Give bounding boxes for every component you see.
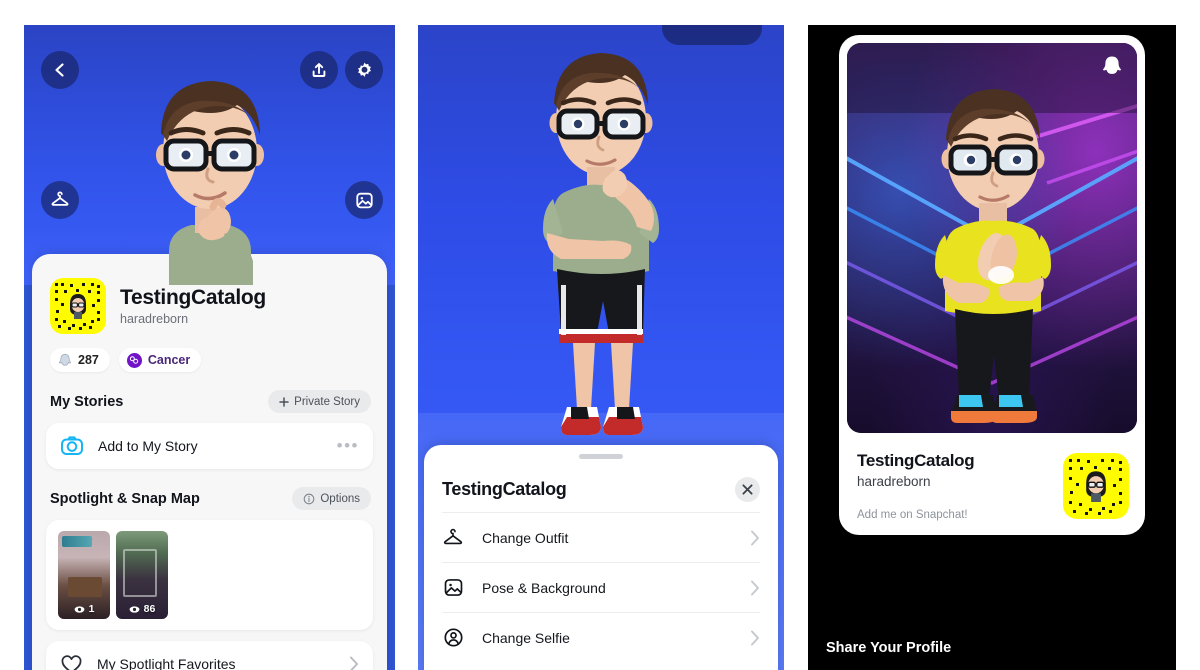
card-info: TestingCatalog haradreborn Add me on Sna…	[839, 439, 1145, 535]
profile-share-card[interactable]: TestingCatalog haradreborn Add me on Sna…	[839, 35, 1145, 535]
snapscore-badge[interactable]: 287	[50, 348, 110, 372]
spotlight-thumbnails: 1 86	[46, 520, 373, 630]
spotlight-thumb-2[interactable]: 86	[116, 531, 168, 619]
share-your-profile-label: Share Your Profile	[826, 640, 952, 656]
view-count-value: 1	[88, 603, 95, 615]
add-to-story-label: Add to My Story	[98, 438, 198, 454]
plus-icon	[279, 396, 289, 407]
zodiac-badge[interactable]: Cancer	[118, 348, 202, 372]
chevron-right-icon	[751, 530, 759, 545]
bitmoji-avatar-bust	[125, 55, 295, 285]
snapcode-avatar-icon	[70, 294, 86, 319]
spotlight-options-button[interactable]: Options	[292, 487, 371, 510]
spotlight-favorites-card: My Spotlight Favorites	[46, 641, 373, 670]
heart-icon	[61, 654, 82, 670]
sheet-header: TestingCatalog	[442, 477, 760, 502]
sheet-grabber[interactable]	[579, 454, 623, 459]
menu-item-pose-background[interactable]: Pose & Background	[442, 562, 760, 612]
back-button[interactable]	[41, 51, 79, 89]
avatar-photo	[847, 43, 1137, 433]
eye-icon	[129, 605, 140, 613]
camera-circle-icon	[61, 436, 83, 455]
avatar-options-sheet: TestingCatalog Change Outfit Pose & Back…	[424, 445, 778, 670]
panel-avatar-full: TestingCatalog Change Outfit Pose & Back…	[418, 25, 784, 670]
snapcode-thumbnail[interactable]	[50, 278, 106, 334]
add-to-story-card: Add to My Story •••	[46, 423, 373, 469]
eye-icon	[74, 605, 84, 613]
snapcode-large[interactable]	[1063, 453, 1129, 519]
zodiac-label: Cancer	[147, 353, 191, 367]
profile-badges: 287 Cancer	[46, 348, 373, 372]
panel-share-profile: TestingCatalog haradreborn Add me on Sna…	[808, 25, 1176, 670]
profile-name-block: TestingCatalog haradreborn	[120, 286, 266, 326]
selfie-icon	[442, 627, 464, 649]
private-story-label: Private Story	[294, 395, 360, 408]
hanger-icon	[51, 191, 69, 206]
snapcode-avatar-icon	[1086, 471, 1106, 502]
screenshot-stage: TestingCatalog haradreborn 287 Cancer My…	[0, 0, 1200, 670]
add-to-story-row[interactable]: Add to My Story •••	[46, 423, 373, 469]
spotlight-card: 1 86	[46, 520, 373, 630]
view-count-value: 86	[143, 603, 156, 615]
change-outfit-button[interactable]	[41, 181, 79, 219]
profile-bottom-sheet: TestingCatalog haradreborn 287 Cancer My…	[32, 254, 387, 670]
chevron-left-icon	[55, 63, 64, 77]
view-count: 86	[116, 603, 168, 615]
chevron-right-icon	[350, 656, 358, 670]
close-icon	[742, 484, 753, 495]
ghost-icon	[59, 353, 71, 366]
close-button[interactable]	[735, 477, 760, 502]
spotlight-favorites-row[interactable]: My Spotlight Favorites	[46, 641, 373, 670]
bitmoji-avatar-full[interactable]	[491, 33, 711, 463]
gear-icon	[357, 62, 371, 77]
share-profile-button[interactable]	[300, 51, 338, 89]
ghost-badge-icon	[1103, 56, 1121, 74]
spotlight-title: Spotlight & Snap Map	[50, 490, 200, 507]
private-story-button[interactable]: Private Story	[268, 390, 371, 413]
menu-item-change-outfit[interactable]: Change Outfit	[442, 512, 760, 562]
profile-identity: TestingCatalog haradreborn	[46, 278, 373, 334]
spotlight-thumb-1[interactable]: 1	[58, 531, 110, 619]
hanger-icon	[442, 527, 464, 549]
bitmoji-avatar-neon	[935, 89, 1051, 423]
menu-item-change-selfie[interactable]: Change Selfie	[442, 612, 760, 662]
display-name: TestingCatalog	[120, 286, 266, 309]
menu-label: Pose & Background	[482, 579, 606, 596]
menu-label: Change Outfit	[482, 529, 569, 546]
my-stories-title: My Stories	[50, 393, 124, 410]
pose-background-button[interactable]	[345, 181, 383, 219]
chevron-right-icon	[751, 580, 759, 595]
spotlight-header: Spotlight & Snap Map Options	[46, 487, 373, 510]
panel-profile: TestingCatalog haradreborn 287 Cancer My…	[24, 25, 395, 670]
image-pose-icon	[442, 577, 464, 599]
info-icon	[304, 493, 315, 504]
share-upload-icon	[312, 63, 326, 77]
view-count: 1	[58, 603, 110, 615]
menu-label: Change Selfie	[482, 629, 570, 646]
image-pose-icon	[355, 192, 373, 208]
chevron-right-icon	[751, 630, 759, 645]
snapscore-value: 287	[78, 353, 99, 367]
my-stories-header: My Stories Private Story	[46, 390, 373, 413]
sheet-title: TestingCatalog	[442, 479, 567, 499]
settings-button[interactable]	[345, 51, 383, 89]
username: haradreborn	[120, 312, 189, 326]
zodiac-icon	[126, 352, 142, 368]
spotlight-options-label: Options	[320, 492, 360, 505]
spotlight-favorites-label: My Spotlight Favorites	[97, 656, 236, 670]
